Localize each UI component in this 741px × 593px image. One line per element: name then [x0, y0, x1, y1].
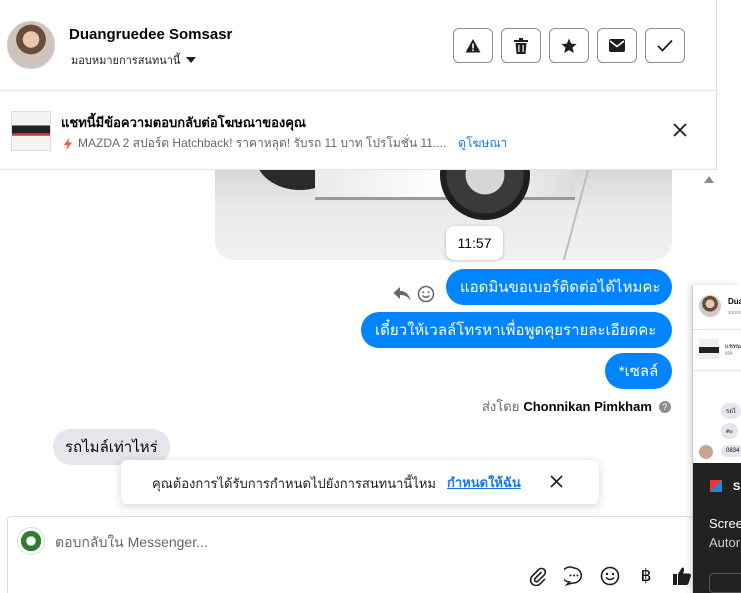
assign-dropdown[interactable]: มอบหมายการสนทนานี้	[71, 51, 197, 69]
overlay-message: 0834	[721, 445, 741, 457]
page-avatar	[17, 527, 45, 555]
reply-composer: ฿	[7, 516, 693, 593]
screen-recorder-popup[interactable]: Sn Scree Autor	[693, 463, 741, 593]
assign-to-me-link[interactable]: กำหนดให้ฉัน	[447, 472, 521, 493]
emoji-icon	[600, 566, 620, 586]
overlay-banner-title: แชทน	[725, 344, 741, 350]
flash-icon	[64, 137, 72, 150]
popup-line: Autor	[709, 535, 741, 550]
overlay-message: คะ	[721, 423, 739, 439]
popup-title: Sn	[733, 481, 741, 493]
outgoing-message[interactable]: *เซลล์	[605, 353, 672, 389]
emoji-button[interactable]	[599, 565, 621, 587]
popup-button[interactable]	[709, 573, 741, 593]
close-icon[interactable]	[549, 474, 564, 489]
checkmark-icon	[657, 39, 673, 52]
close-icon[interactable]	[671, 121, 689, 139]
sender-name: Chonnikan Pimkham	[523, 399, 652, 414]
divider	[693, 370, 741, 371]
ad-reply-banner: แชทนี้มีข้อความตอบกลับต่อโฆษณาของคุณ MAZ…	[0, 92, 717, 170]
conversation-header: Duangruedee Somsasr มอบหมายการสนทนานี้	[0, 0, 717, 91]
ad-banner-title: แชทนี้มีข้อความตอบกลับต่อโฆษณาของคุณ	[61, 115, 306, 130]
star-icon	[561, 38, 577, 53]
overlay-contact-name: Dua	[728, 297, 741, 306]
ad-description-row: MAZDA 2 สปอร์ต Hatchback! ราคาหลุด! รับร…	[64, 134, 507, 153]
view-ad-link[interactable]: ดูโฆษณา	[458, 134, 507, 153]
car-photo-attachment[interactable]	[215, 170, 672, 260]
paperclip-icon	[529, 567, 547, 586]
chevron-down-icon	[186, 57, 197, 63]
baht-icon[interactable]: ฿	[635, 565, 657, 587]
scroll-up-arrow-icon[interactable]	[704, 176, 714, 183]
like-button[interactable]	[671, 565, 693, 587]
sent-by-label: ส่งโดย	[482, 399, 520, 414]
outgoing-message[interactable]: เดี๋ยวให้เวลล์โทรหาเพื่อพูดคุยรายละเอียด…	[361, 312, 672, 348]
message-timestamp: 11:57	[446, 226, 503, 260]
attach-button[interactable]	[527, 565, 549, 587]
floating-chat-window[interactable]: Dua มอบห แชทน MA รถไ คะ 0834 Sn Scree Au…	[692, 285, 741, 593]
overlay-banner-desc: MA	[725, 351, 733, 357]
divider	[693, 329, 741, 330]
react-emoji-icon[interactable]	[417, 285, 435, 303]
contact-avatar	[699, 295, 721, 317]
assign-label: มอบหมายการสนทนานี้	[71, 55, 181, 67]
inbox-conversation: Duangruedee Somsasr มอบหมายการสนทนานี้ แ…	[0, 0, 741, 593]
overlay-message: รถไ	[721, 403, 741, 419]
trash-icon	[514, 37, 528, 54]
delete-button[interactable]	[501, 28, 541, 63]
ad-thumbnail	[699, 339, 719, 359]
overlay-assign-label: มอบห	[728, 310, 741, 316]
saved-replies-button[interactable]	[563, 565, 585, 587]
assignment-prompt: คุณต้องการได้รับการกำหนดไปยังการสนทนานี้…	[121, 460, 599, 504]
contact-avatar[interactable]	[7, 21, 55, 69]
report-button[interactable]	[453, 28, 493, 63]
outgoing-message[interactable]: แอดมินขอเบอร์ติดต่อได้ไหมคะ	[446, 269, 672, 305]
mark-unread-button[interactable]	[597, 28, 637, 63]
help-icon[interactable]: ?	[658, 400, 671, 413]
chat-bubble-icon	[564, 566, 583, 586]
envelope-icon	[609, 39, 625, 52]
contact-avatar	[699, 445, 713, 459]
app-icon	[710, 480, 722, 492]
ad-thumbnail[interactable]	[11, 111, 51, 151]
contact-name[interactable]: Duangruedee Somsasr	[69, 26, 232, 43]
reply-input[interactable]	[55, 532, 655, 552]
thumbs-up-icon	[673, 567, 691, 585]
assignment-prompt-text: คุณต้องการได้รับการกำหนดไปยังการสนทนานี้…	[152, 476, 436, 491]
sent-by-line: ส่งโดย Chonnikan Pimkham ?	[482, 396, 671, 417]
photo-detail	[440, 170, 530, 220]
popup-line: Scree	[709, 516, 741, 531]
mark-done-button[interactable]	[645, 28, 685, 63]
warning-icon	[465, 38, 481, 52]
reply-icon[interactable]	[393, 286, 411, 302]
ad-description: MAZDA 2 สปอร์ต Hatchback! ราคาหลุด! รับร…	[78, 136, 447, 150]
star-button[interactable]	[549, 28, 589, 63]
